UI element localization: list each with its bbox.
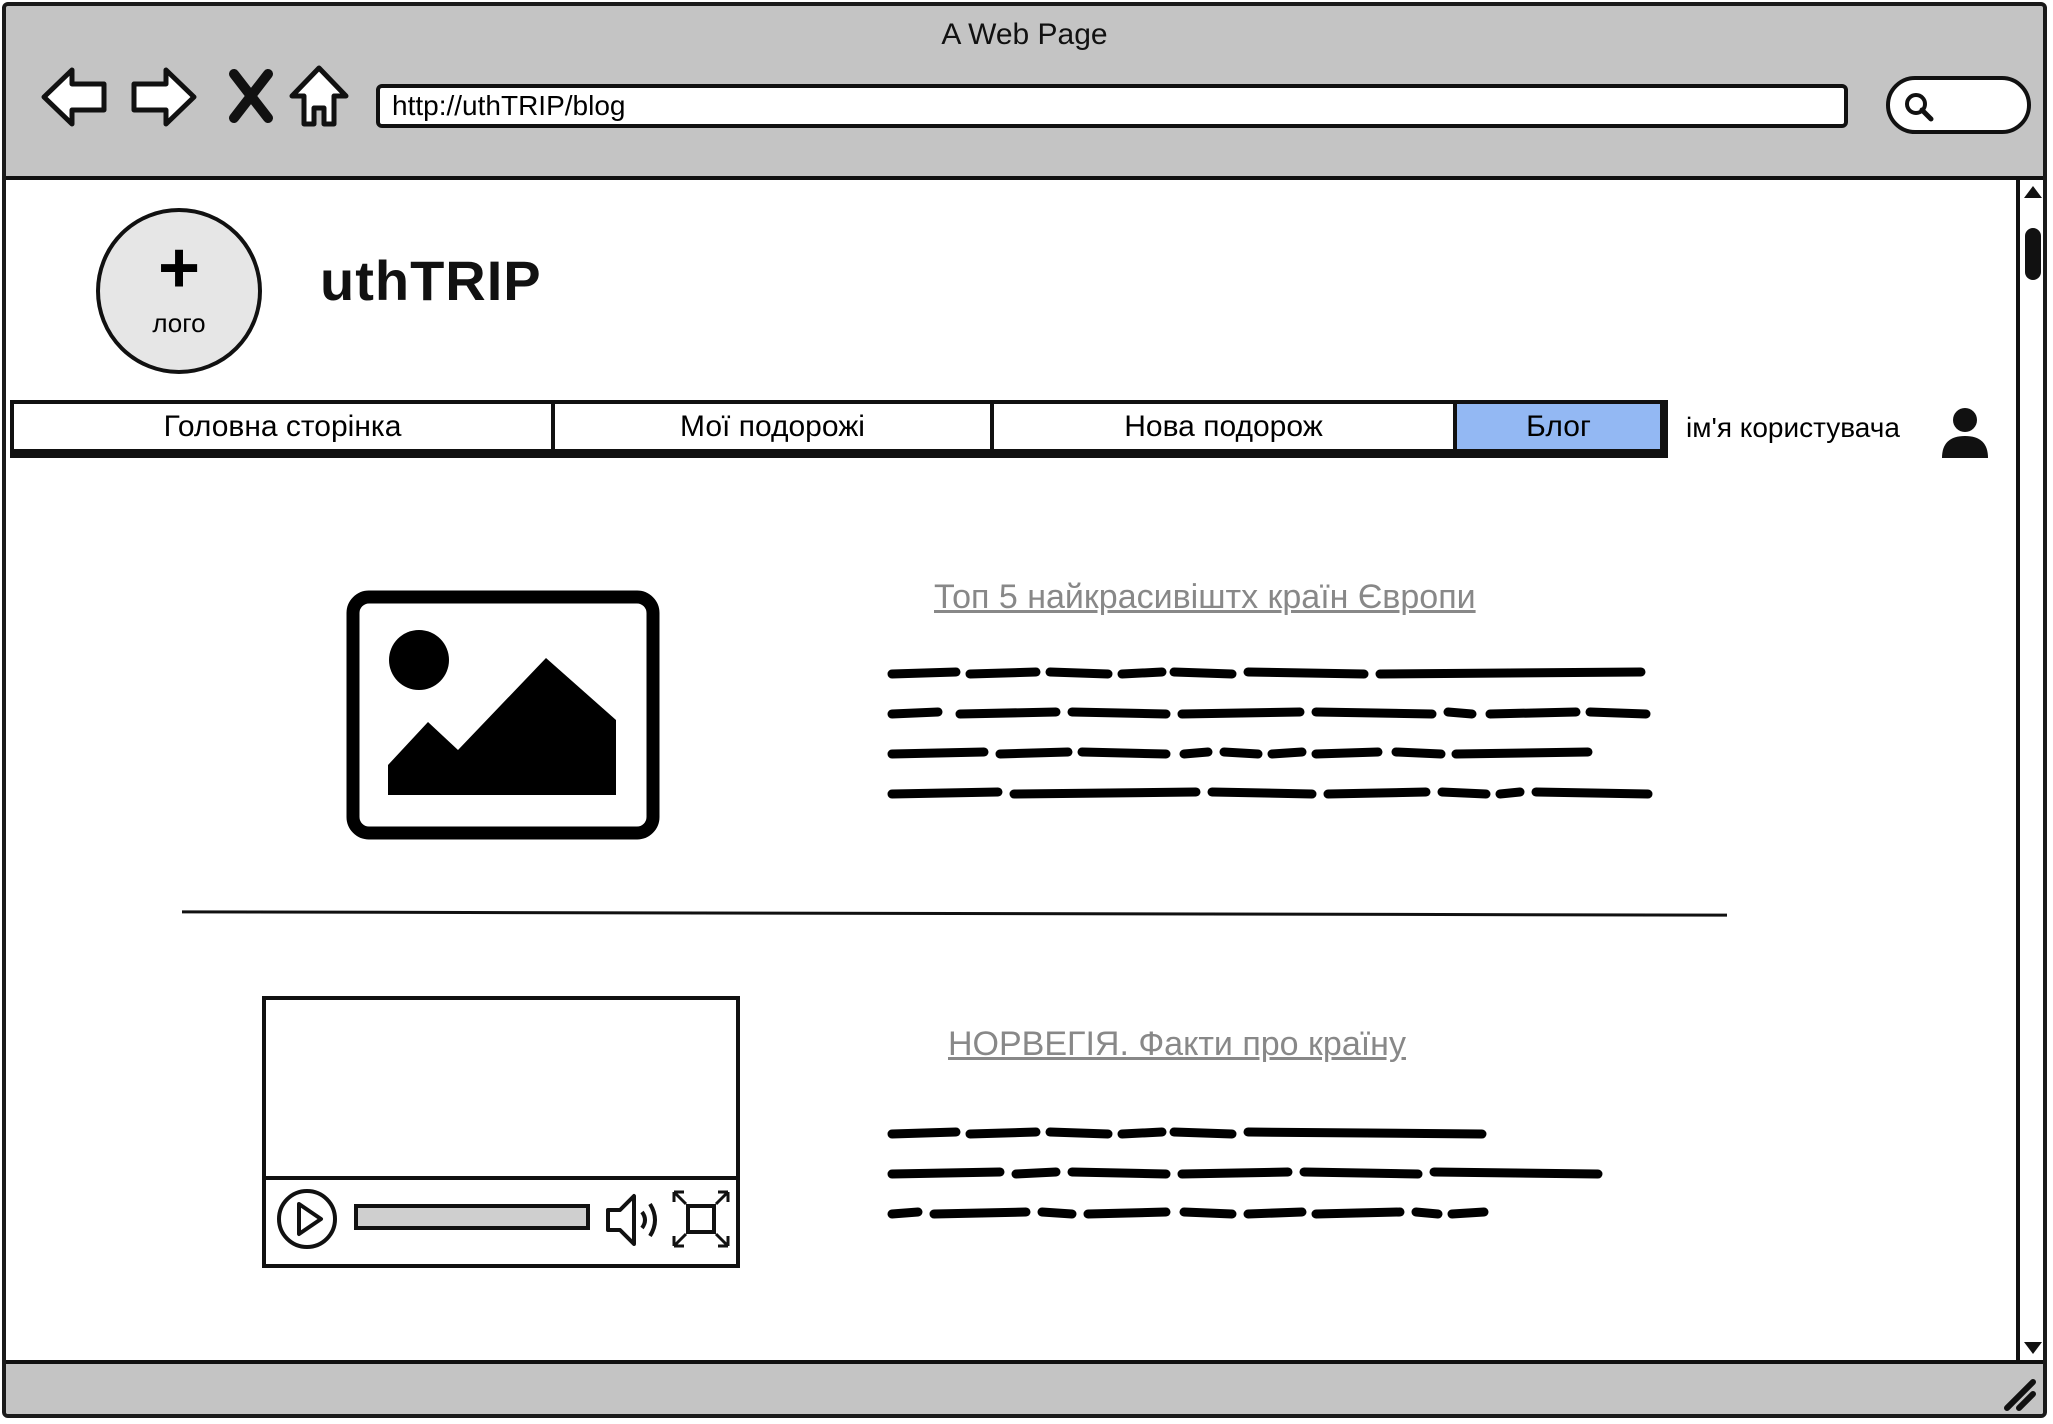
scroll-up-arrow-icon[interactable] [2020, 180, 2047, 204]
user-name[interactable]: ім'я користувача [1686, 412, 1900, 444]
resize-grip-icon[interactable] [1997, 1372, 2037, 1412]
nav-tab-new-trip[interactable]: Нова подорож [990, 400, 1457, 458]
nav-tab-blog[interactable]: Блог [1453, 400, 1668, 458]
browser-search-field[interactable] [1886, 76, 2031, 134]
video-player[interactable] [262, 996, 740, 1268]
home-icon[interactable] [284, 62, 354, 132]
browser-window: A Web Page http://uthTRIP/blog + лого ut… [2, 2, 2047, 1418]
site-title: uthTRIP [320, 249, 542, 312]
post-text-scribble [887, 667, 1653, 799]
status-bar [6, 1364, 2043, 1414]
url-input[interactable]: http://uthTRIP/blog [376, 84, 1848, 128]
play-icon[interactable] [274, 1186, 340, 1252]
stop-icon[interactable] [216, 62, 286, 132]
fullscreen-icon[interactable] [670, 1188, 732, 1250]
video-controls-divider [266, 1176, 736, 1180]
main-navigation: Головна сторінка Мої подорожі Нова подор… [10, 400, 1668, 458]
post-title-link[interactable]: НОРВЕГІЯ. Факти про країну [948, 1025, 1406, 1064]
post-title-link[interactable]: Топ 5 найкрасивіштх країн Європи [934, 578, 1476, 617]
post-divider [181, 910, 1728, 917]
search-icon [1905, 93, 1934, 122]
nav-tab-home[interactable]: Головна сторінка [10, 400, 555, 458]
scrollbar-thumb[interactable] [2025, 228, 2041, 280]
nav-tab-my-trips[interactable]: Мої подорожі [551, 400, 994, 458]
volume-icon[interactable] [602, 1190, 664, 1250]
page-viewport: + лого uthTRIP Головна сторінка Мої подо… [6, 176, 2016, 1364]
scroll-down-arrow-icon[interactable] [2020, 1336, 2047, 1360]
video-progress-bar[interactable] [354, 1204, 590, 1230]
logo-label: лого [152, 308, 206, 338]
window-title: A Web Page [941, 18, 1108, 51]
post-text-scribble [887, 1127, 1603, 1219]
forward-arrow-icon[interactable] [128, 62, 198, 132]
logo-placeholder[interactable]: + лого [96, 208, 262, 374]
user-icon[interactable] [1940, 406, 1990, 460]
vertical-scrollbar[interactable] [2016, 176, 2047, 1364]
image-placeholder-icon [346, 590, 660, 840]
plus-icon: + [157, 228, 201, 308]
back-arrow-icon[interactable] [40, 62, 110, 132]
